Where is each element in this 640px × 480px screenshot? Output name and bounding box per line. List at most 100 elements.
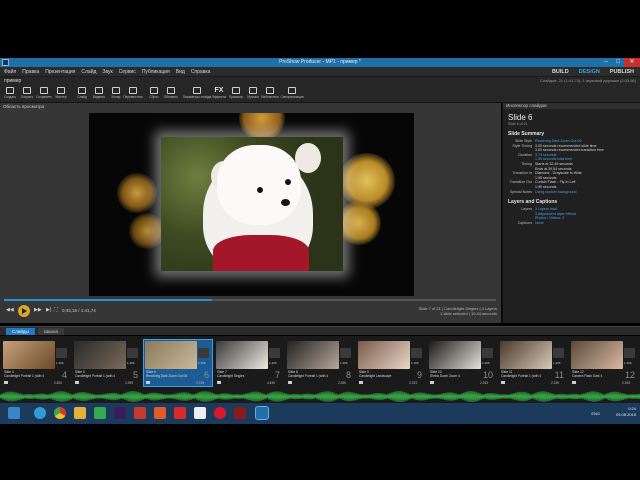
video-button[interactable]: Видеоть — [91, 85, 107, 103]
slide-card[interactable]: 1.466 Slide 11 Candlelight Portrait 1 (wit… — [499, 340, 567, 386]
slide-time: 3.745 — [196, 381, 204, 385]
minimize-button[interactable]: – — [600, 58, 612, 67]
menu-slide[interactable]: Слайд — [81, 69, 96, 75]
maximize-button[interactable]: □ — [612, 58, 624, 67]
app-icon[interactable] — [134, 407, 146, 419]
copy-button[interactable]: Копир — [108, 85, 124, 103]
app-icon[interactable] — [94, 407, 106, 419]
inspector-row-value[interactable]: None — [535, 221, 635, 226]
premiere-icon[interactable] — [114, 407, 126, 419]
slide-photo[interactable] — [161, 137, 343, 271]
slide-thumbnail[interactable] — [571, 341, 623, 369]
menu-help[interactable]: Справка — [191, 69, 211, 75]
mode-design[interactable]: DESIGN — [577, 68, 602, 76]
proshow-icon[interactable] — [255, 406, 269, 420]
slide-thumbnail[interactable] — [429, 341, 481, 369]
camera-icon — [288, 381, 292, 384]
slide-card[interactable]: 1.466 Slide 4 Candlelight Portrait 1 (with… — [2, 340, 70, 386]
slide-button[interactable]: Слайд — [74, 85, 90, 103]
transition-icon[interactable] — [127, 348, 138, 358]
slide-thumbnail[interactable] — [287, 341, 339, 369]
mode-publish[interactable]: PUBLISH — [608, 68, 636, 76]
project-name[interactable]: пример — [4, 78, 21, 84]
camera-icon — [217, 381, 221, 384]
layers-captions-title: Layers and Captions — [508, 199, 558, 206]
slide-thumbnail[interactable] — [500, 341, 552, 369]
mode-build[interactable]: BUILD — [550, 68, 571, 76]
menu-publish[interactable]: Публикация — [142, 69, 170, 75]
move-icon — [129, 87, 137, 94]
preview-stage[interactable] — [89, 113, 414, 296]
explorer-icon[interactable] — [74, 407, 86, 419]
preview-button[interactable]: Просмотр — [228, 85, 244, 103]
slide-options-icon — [193, 87, 201, 94]
menu-file[interactable]: Файл — [4, 69, 16, 75]
end-button[interactable]: ▶| — [46, 307, 51, 313]
tab-slides[interactable]: Слайды — [6, 328, 35, 335]
close-button[interactable]: ✕ — [624, 58, 640, 67]
playback-progress[interactable] — [4, 299, 496, 301]
inspector-row-key: Captions — [517, 220, 532, 225]
transition-icon[interactable] — [269, 348, 280, 358]
opera-icon[interactable] — [214, 407, 226, 419]
slide-thumbnail[interactable] — [216, 341, 268, 369]
rewind-button[interactable]: ◀◀ — [6, 307, 14, 313]
transition-icon[interactable] — [624, 348, 635, 358]
transition-icon[interactable] — [482, 348, 493, 358]
transition-duration: 1.466 — [198, 361, 206, 365]
open-button[interactable]: Открыть — [19, 85, 35, 103]
slide-thumbnail[interactable] — [358, 341, 410, 369]
inspector-row: Captions None — [503, 221, 640, 226]
chrome-icon[interactable] — [54, 407, 66, 419]
main-toolbar: Создать Открыть Сохранить Мастер Слайд В… — [0, 85, 640, 103]
tab-timeline[interactable]: Шкала — [38, 328, 64, 335]
app-icon[interactable] — [194, 407, 206, 419]
fullscreen-icon[interactable]: ⛶ — [54, 307, 58, 313]
language-indicator[interactable]: ENG — [591, 411, 600, 416]
reset-button[interactable]: Сброс — [146, 85, 162, 103]
ie-icon[interactable] — [34, 407, 46, 419]
slide-card[interactable]: 1.466 Slide 12 Camera Flash Dark 4 12 2.253 — [570, 340, 638, 386]
transition-icon[interactable] — [198, 348, 209, 358]
inspector-row-value[interactable]: Using custom background — [535, 190, 635, 195]
slide-card[interactable]: 1.466 Slide 6 Revolving Dark Zoom Out 06 6 3… — [143, 339, 213, 387]
slide-options-button[interactable]: Параметры слайда — [183, 85, 211, 103]
app-icon[interactable] — [154, 407, 166, 419]
slide-thumbnail[interactable] — [3, 341, 55, 369]
transition-icon[interactable] — [411, 348, 422, 358]
slide-card[interactable]: 1.466 Slide 10 Shrink Down Zoom 4 10 2.253 — [428, 340, 496, 386]
slide-card[interactable]: 1.466 Slide 9 Candlelight Landscape 9 2.253 — [357, 340, 425, 386]
refresh-button[interactable]: Обновить — [163, 85, 179, 103]
menu-edit[interactable]: Правка — [22, 69, 39, 75]
menu-audio[interactable]: Звук — [102, 69, 112, 75]
transition-icon[interactable] — [340, 348, 351, 358]
new-button[interactable]: Создать — [2, 85, 18, 103]
save-button[interactable]: Сохранить — [36, 85, 52, 103]
playback-controls: ◀◀ ▶▶ ▶| ⛶ 0:43,15 / 1:41,74 Slide 7 of … — [0, 304, 501, 318]
menu-show[interactable]: Презентация — [45, 69, 75, 75]
slide-thumbnail[interactable] — [145, 341, 197, 369]
play-button[interactable] — [18, 305, 30, 317]
library-button[interactable]: Библиотека — [261, 85, 279, 103]
menu-tools[interactable]: Сервис — [119, 69, 136, 75]
slide-card[interactable]: 1.466 Slide 8 Candlelight Portrait 1 (with… — [286, 340, 354, 386]
system-clock[interactable]: 0:24 05.08.2016 — [616, 406, 636, 418]
slide-number: 11 — [554, 370, 564, 380]
sync-button[interactable]: Синхронизация — [279, 85, 305, 103]
move-button[interactable]: Переместить — [123, 85, 143, 103]
transition-icon[interactable] — [56, 348, 67, 358]
audio-track[interactable] — [0, 390, 640, 403]
media-icon[interactable] — [234, 407, 246, 419]
start-icon[interactable] — [8, 407, 20, 419]
slide-card[interactable]: 1.466 Slide 5 Candlelight Portrait 1 (with… — [73, 340, 141, 386]
wizard-button[interactable]: Мастер — [53, 85, 69, 103]
slide-card[interactable]: 1.466 Slide 7 Candlelight Singles 7 4.459 — [215, 340, 283, 386]
yandex-icon[interactable] — [174, 407, 186, 419]
transition-icon[interactable] — [553, 348, 564, 358]
next-button[interactable]: ▶▶ — [34, 307, 42, 313]
music-button[interactable]: Музыка — [245, 85, 261, 103]
slide-thumbnail[interactable] — [74, 341, 126, 369]
menu-view[interactable]: Вид — [176, 69, 185, 75]
effects-button[interactable]: FX Эффекты — [211, 85, 227, 103]
transition-duration: 1.466 — [482, 361, 490, 365]
